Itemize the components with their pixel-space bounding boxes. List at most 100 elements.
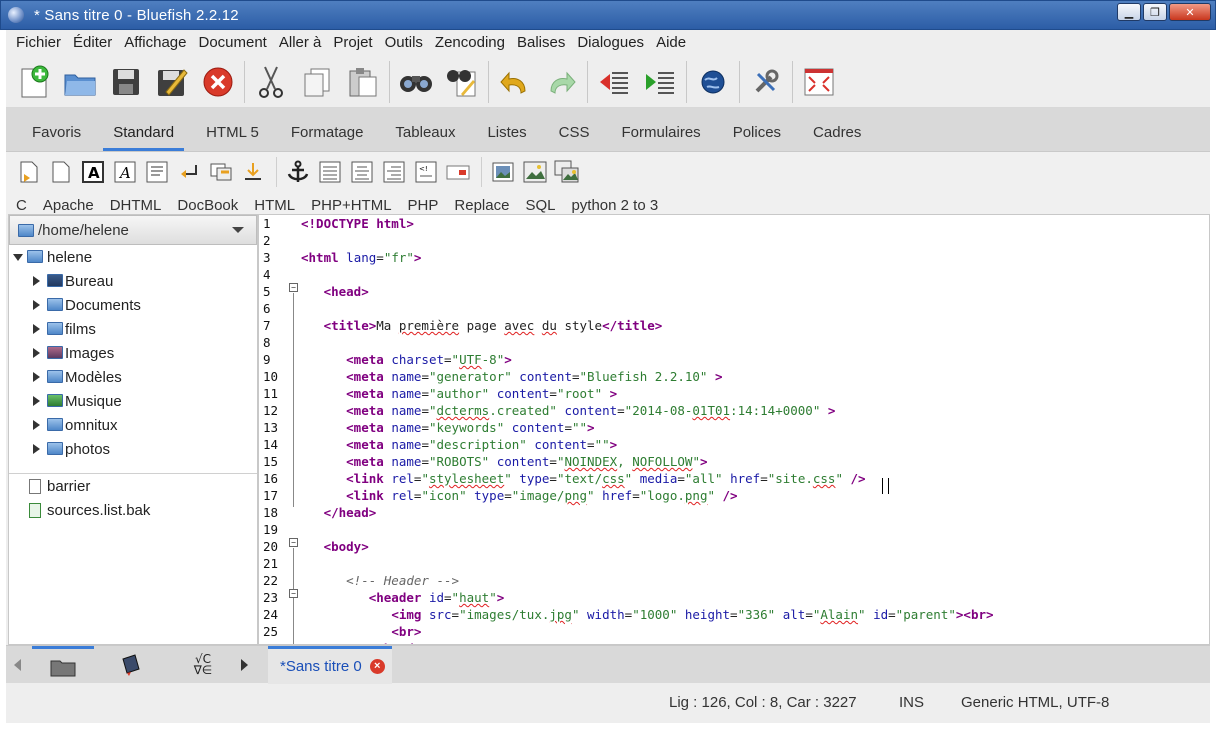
snippet-dhtml[interactable]: DHTML (102, 197, 170, 214)
snippet-python[interactable]: python 2 to 3 (563, 197, 666, 214)
body-icon[interactable] (46, 157, 76, 187)
tree-item-folder[interactable]: Documents (9, 293, 257, 317)
break-clear-icon[interactable] (206, 157, 236, 187)
menu-outils[interactable]: Outils (379, 30, 429, 56)
fold-toggle-icon[interactable]: − (289, 589, 298, 598)
indent-icon[interactable] (640, 62, 680, 102)
bold-icon[interactable]: A (78, 157, 108, 187)
snippet-c[interactable]: C (8, 197, 35, 214)
tab-css[interactable]: CSS (543, 115, 606, 151)
expander-icon[interactable] (33, 348, 40, 358)
menu-aller-a[interactable]: Aller à (273, 30, 328, 56)
tab-favoris[interactable]: Favoris (16, 115, 97, 151)
chevron-down-icon[interactable] (232, 227, 244, 233)
expander-icon[interactable] (33, 276, 40, 286)
paragraph-icon[interactable] (142, 157, 172, 187)
copy-icon[interactable] (297, 62, 337, 102)
rule-icon[interactable] (315, 157, 345, 187)
new-file-icon[interactable] (14, 62, 54, 102)
menu-aide[interactable]: Aide (650, 30, 692, 56)
thumbnail-icon[interactable] (520, 157, 550, 187)
tab-html5[interactable]: HTML 5 (190, 115, 275, 151)
tree-item-folder[interactable]: photos (9, 437, 257, 461)
cut-icon[interactable] (251, 62, 291, 102)
preview-icon[interactable] (693, 62, 733, 102)
snippet-html[interactable]: HTML (246, 197, 303, 214)
tab-formatage[interactable]: Formatage (275, 115, 380, 151)
maximize-button[interactable]: ❐ (1143, 3, 1167, 21)
comment-icon[interactable]: <! (411, 157, 441, 187)
snippet-apache[interactable]: Apache (35, 197, 102, 214)
minimize-button[interactable]: ▁ (1117, 3, 1141, 21)
bluefish-app-icon[interactable] (8, 7, 24, 23)
align-right-icon[interactable] (379, 157, 409, 187)
break-icon[interactable] (174, 157, 204, 187)
close-tab-icon[interactable]: × (369, 659, 385, 674)
snippet-docbook[interactable]: DocBook (169, 197, 246, 214)
tree-item-folder[interactable]: Musique (9, 389, 257, 413)
snippet-sql[interactable]: SQL (517, 197, 563, 214)
italic-icon[interactable]: A (110, 157, 140, 187)
bookmarks-tab[interactable] (106, 646, 156, 684)
menu-fichier[interactable]: Fichier (10, 30, 67, 56)
encoding-label[interactable]: Generic HTML, UTF-8 (961, 694, 1109, 711)
tree-item-folder[interactable]: Bureau (9, 269, 257, 293)
document-tab[interactable]: *Sans titre 0 × (268, 646, 392, 684)
paste-icon[interactable] (343, 62, 383, 102)
filebrowser-tab[interactable] (32, 646, 94, 684)
open-icon[interactable] (60, 62, 100, 102)
tree-item-folder[interactable]: omnitux (9, 413, 257, 437)
tab-cadres[interactable]: Cadres (797, 115, 877, 151)
center-icon[interactable] (347, 157, 377, 187)
expander-icon[interactable] (33, 324, 40, 334)
expander-icon[interactable] (33, 300, 40, 310)
path-selector[interactable]: /home/helene (9, 215, 257, 245)
multi-thumbnail-icon[interactable] (552, 157, 582, 187)
quickstart-icon[interactable] (14, 157, 44, 187)
menu-affichage[interactable]: Affichage (118, 30, 192, 56)
tree-item-folder[interactable]: films (9, 317, 257, 341)
unindent-icon[interactable] (594, 62, 634, 102)
menu-editer[interactable]: Éditer (67, 30, 118, 56)
close-doc-icon[interactable] (198, 62, 238, 102)
fold-toggle-icon[interactable]: − (289, 538, 298, 547)
anchor-icon[interactable] (283, 157, 313, 187)
replace-icon[interactable] (442, 62, 482, 102)
tab-polices[interactable]: Polices (717, 115, 797, 151)
save-icon[interactable] (106, 62, 146, 102)
expander-icon[interactable] (33, 396, 40, 406)
close-window-button[interactable]: ✕ (1169, 3, 1211, 21)
preferences-icon[interactable] (746, 62, 786, 102)
redo-icon[interactable] (541, 62, 581, 102)
menu-projet[interactable]: Projet (327, 30, 378, 56)
menu-zencoding[interactable]: Zencoding (429, 30, 511, 56)
tree-item-folder[interactable]: Modèles (9, 365, 257, 389)
tree-item-root[interactable]: helene (9, 245, 257, 269)
scroll-right-icon[interactable] (241, 659, 248, 671)
expander-icon[interactable] (13, 254, 23, 261)
image-icon[interactable] (488, 157, 518, 187)
snippet-replace[interactable]: Replace (446, 197, 517, 214)
nbsp-icon[interactable] (238, 157, 268, 187)
expander-icon[interactable] (33, 444, 40, 454)
scroll-left-icon[interactable] (14, 659, 21, 671)
find-icon[interactable] (396, 62, 436, 102)
snippet-php[interactable]: PHP (400, 197, 447, 214)
tree-item-folder[interactable]: Images (9, 341, 257, 365)
fold-toggle-icon[interactable]: − (289, 283, 298, 292)
file-item[interactable]: sources.list.bak (9, 498, 257, 522)
expander-icon[interactable] (33, 420, 40, 430)
code-editor[interactable]: 1 2 3 4 5 6 7 8 9 10 11 12 13 14 15 16 17 18 19 20 21 22 23 24 2… (258, 214, 1210, 645)
tab-formulaires[interactable]: Formulaires (606, 115, 717, 151)
expander-icon[interactable] (33, 372, 40, 382)
fullscreen-icon[interactable] (799, 62, 839, 102)
save-as-icon[interactable] (152, 62, 192, 102)
file-item[interactable]: barrier (9, 474, 257, 498)
undo-icon[interactable] (495, 62, 535, 102)
tab-tableaux[interactable]: Tableaux (379, 115, 471, 151)
menu-document[interactable]: Document (192, 30, 272, 56)
tab-listes[interactable]: Listes (471, 115, 542, 151)
menu-balises[interactable]: Balises (511, 30, 571, 56)
tab-standard[interactable]: Standard (97, 115, 190, 151)
insert-mode[interactable]: INS (899, 694, 924, 711)
